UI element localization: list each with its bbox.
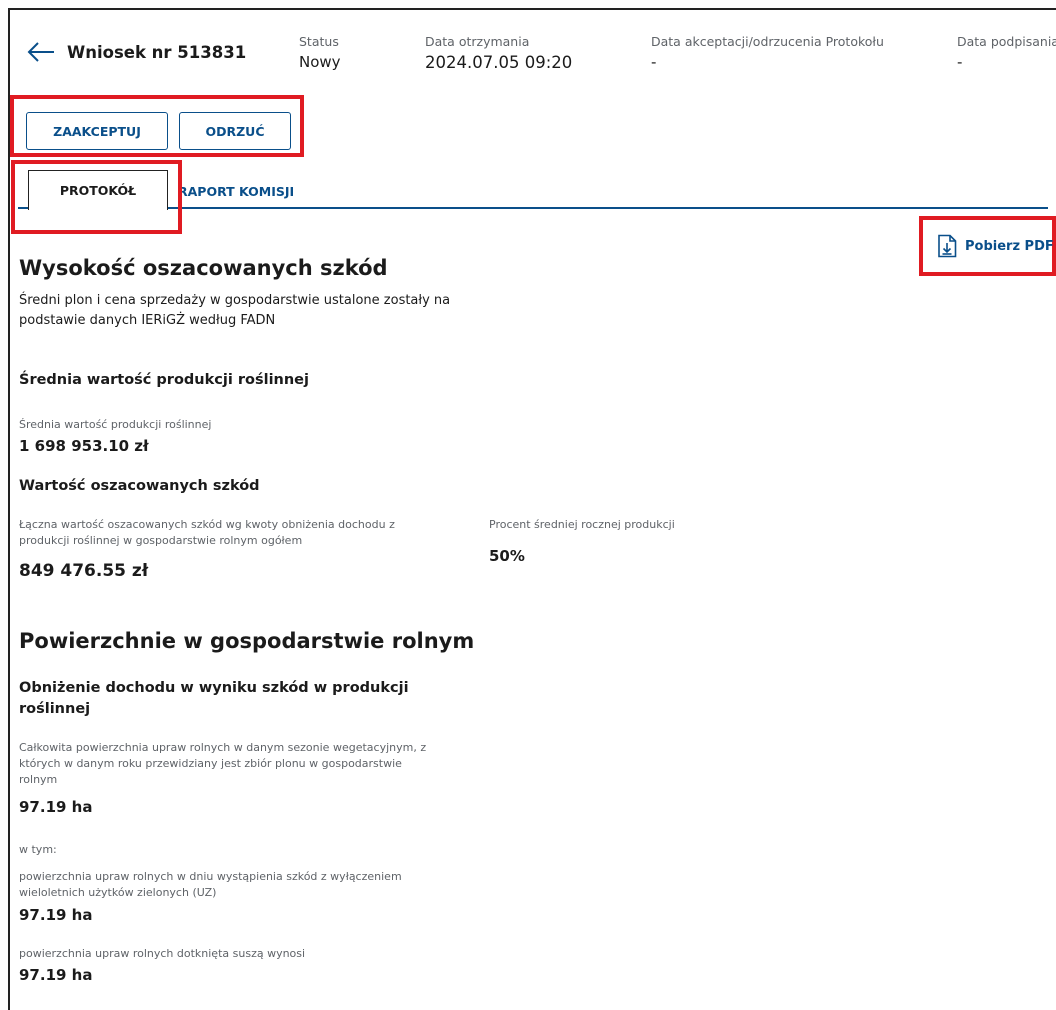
accept-button[interactable]: ZAAKCEPTUJ	[26, 112, 168, 150]
tab-raport-komisji[interactable]: RAPORT KOMISJI	[178, 184, 294, 199]
app-window	[8, 8, 1056, 1010]
decision-date-value: -	[651, 53, 657, 71]
total-damage-value: 849 476.55 zł	[19, 561, 149, 581]
status-label: Status	[299, 34, 339, 49]
drought-area-value: 97.19 ha	[19, 966, 93, 984]
drought-area-label: powierzchnia upraw rolnych dotknięta sus…	[19, 947, 306, 960]
percent-production-value: 50%	[489, 547, 525, 565]
income-reduction-heading: Obniżenie dochodu w wyniku szkód w produ…	[19, 680, 409, 717]
damage-section-title: Wysokość oszacowanych szkód	[19, 256, 388, 280]
including-label: w tym:	[19, 843, 57, 856]
back-arrow-icon[interactable]	[26, 40, 56, 64]
total-area-label: Całkowita powierzchnia upraw rolnych w d…	[19, 741, 427, 786]
download-pdf-label: Pobierz PDF	[965, 238, 1054, 254]
signed-date-value: -	[957, 53, 963, 71]
status-value: Nowy	[299, 53, 341, 71]
file-download-icon	[938, 234, 957, 258]
total-damage-label: Łączna wartość oszacowanych szkód wg kwo…	[19, 518, 395, 547]
decision-date-label: Data akceptacji/odrzucenia Protokołu	[651, 34, 884, 49]
received-date-value: 2024.07.05 09:20	[425, 53, 573, 72]
excluded-area-label: powierzchnia upraw rolnych w dniu wystąp…	[19, 870, 402, 899]
total-area-value: 97.19 ha	[19, 798, 93, 816]
avg-production-label: Średnia wartość produkcji roślinnej	[19, 418, 212, 431]
avg-production-value: 1 698 953.10 zł	[19, 437, 149, 455]
received-date-label: Data otrzymania	[425, 34, 530, 49]
page-title: Wniosek nr 513831	[67, 43, 247, 62]
reject-button[interactable]: ODRZUĆ	[179, 112, 291, 150]
areas-section-title: Powierzchnie w gospodarstwie rolnym	[19, 629, 475, 653]
damage-description: Średni plon i cena sprzedaży w gospodars…	[19, 293, 451, 328]
avg-production-heading: Średnia wartość produkcji roślinnej	[19, 372, 309, 388]
estimated-damage-heading: Wartość oszacowanych szkód	[19, 478, 260, 494]
highlight-box-tab	[11, 160, 182, 234]
signed-date-label: Data podpisania	[957, 34, 1056, 49]
download-pdf-link[interactable]: Pobierz PDF	[937, 231, 1054, 261]
excluded-area-value: 97.19 ha	[19, 906, 93, 924]
percent-production-label: Procent średniej rocznej produkcji	[489, 518, 675, 531]
